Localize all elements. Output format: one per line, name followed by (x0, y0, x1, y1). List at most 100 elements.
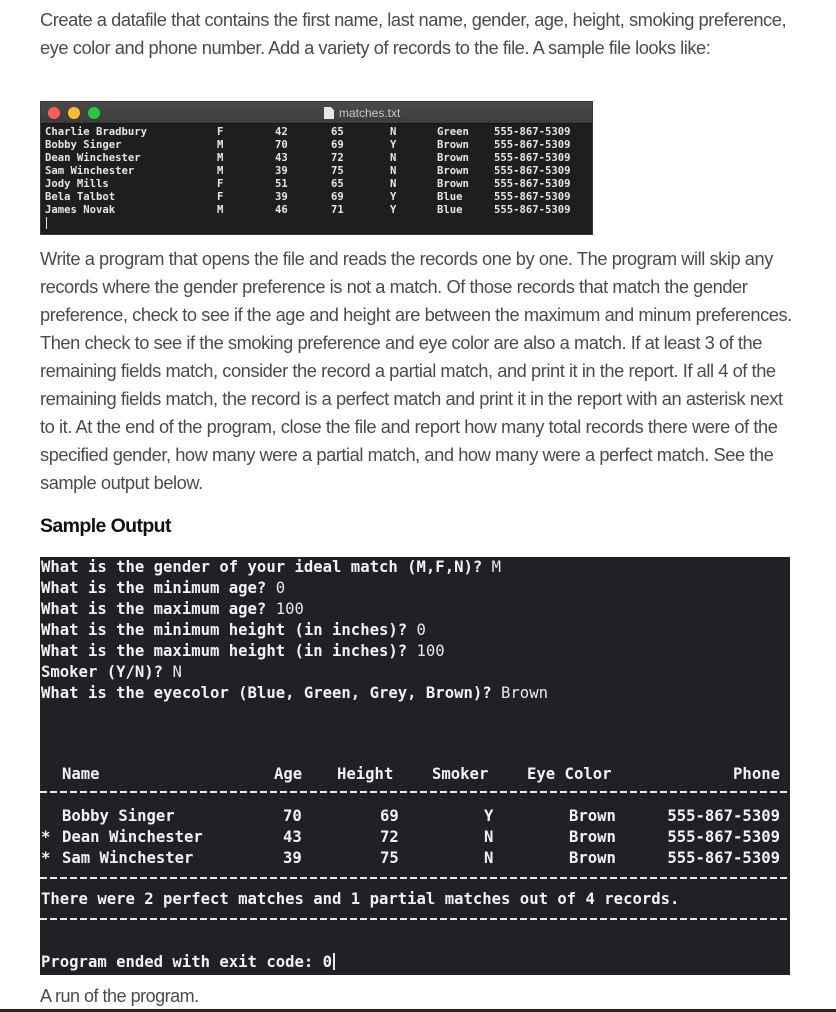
record-phone: 555-867-5309 (494, 126, 571, 138)
minimize-window-button[interactable] (68, 107, 80, 119)
record-eye-color: Blue (437, 191, 463, 203)
record-gender: M (217, 152, 224, 164)
file-record-row: Jody Mills F 51 65 N Brown 555-867-5309 (45, 178, 592, 191)
record-eye-color: Brown (437, 178, 469, 190)
record-height: 69 (331, 191, 344, 203)
window-titlebar: matches.txt (41, 102, 592, 124)
record-gender: M (217, 139, 224, 151)
record-age: 70 (275, 139, 288, 151)
record-age: 39 (275, 165, 288, 177)
row-height: 75 (380, 849, 399, 867)
terminal-output: What is the gender of your ideal match (… (40, 557, 790, 975)
record-phone: 555-867-5309 (494, 178, 571, 190)
close-window-button[interactable] (48, 107, 60, 119)
record-smoker: Y (390, 191, 397, 203)
header-phone: Phone (733, 765, 780, 783)
record-phone: 555-867-5309 (494, 139, 571, 151)
prompt-answer: 100 (275, 600, 304, 618)
prompt-line: What is the minimum age? 0 (41, 578, 285, 599)
description-paragraph: Write a program that opens the file and … (40, 248, 792, 493)
record-age: 42 (275, 126, 288, 138)
record-height: 71 (331, 204, 344, 216)
record-age: 46 (275, 204, 288, 216)
row-eye-color: Brown (569, 849, 616, 867)
prompt-answer: N (172, 663, 182, 681)
record-age: 51 (275, 178, 288, 190)
record-phone: 555-867-5309 (494, 191, 571, 203)
row-height: 72 (380, 828, 399, 846)
row-age: 70 (283, 807, 302, 825)
file-record-row: Bobby Singer M 70 69 Y Brown 555-867-530… (45, 139, 592, 152)
text-cursor (46, 217, 47, 229)
dashed-divider (40, 791, 790, 793)
dashed-divider (40, 877, 790, 879)
match-marker: * (41, 828, 51, 846)
record-name: Jody Mills (45, 178, 109, 190)
prompt-line: What is the maximum height (in inches)? … (41, 641, 445, 662)
file-record-row: Dean Winchester M 43 72 N Brown 555-867-… (45, 152, 592, 165)
record-smoker: N (390, 152, 397, 164)
exit-message: Program ended with exit code: 0 (41, 953, 333, 971)
record-gender: M (217, 204, 224, 216)
prompt-line: What is the eyecolor (Blue, Green, Grey,… (41, 683, 548, 704)
record-phone: 555-867-5309 (494, 165, 571, 177)
file-record-row: Charlie Bradbury F 42 65 N Green 555-867… (45, 126, 592, 139)
file-content[interactable]: Charlie Bradbury F 42 65 N Green 555-867… (41, 124, 592, 217)
row-phone: 555-867-5309 (667, 849, 780, 867)
header-eye-color: Eye Color (527, 765, 612, 783)
header-name: Name (62, 765, 100, 783)
prompt-line: What is the gender of your ideal match (… (41, 557, 501, 578)
match-marker: * (41, 849, 51, 867)
document-icon (324, 107, 334, 119)
row-age: 39 (283, 849, 302, 867)
row-smoker: N (484, 849, 494, 867)
record-smoker: Y (390, 204, 397, 216)
row-smoker: N (484, 828, 494, 846)
record-height: 65 (331, 126, 344, 138)
row-name: Sam Winchester (62, 849, 194, 867)
prompt-line: What is the maximum age? 100 (41, 599, 304, 620)
maximize-window-button[interactable] (88, 107, 100, 119)
sample-output-heading: Sample Output (40, 515, 171, 537)
prompt-question: What is the minimum age? (41, 579, 276, 597)
dashed-divider (40, 918, 790, 920)
row-eye-color: Brown (569, 807, 616, 825)
record-eye-color: Brown (437, 139, 469, 151)
row-smoker: Y (484, 807, 494, 825)
prompt-answer: 100 (416, 642, 445, 660)
intro-paragraph: Create a datafile that contains the firs… (40, 9, 787, 58)
record-name: Charlie Bradbury (45, 126, 148, 138)
record-height: 65 (331, 178, 344, 190)
prompt-question: What is the maximum age? (41, 600, 276, 618)
record-smoker: Y (390, 139, 397, 151)
record-height: 75 (331, 165, 344, 177)
record-smoker: N (390, 165, 397, 177)
prompt-question: What is the minimum height (in inches)? (41, 621, 417, 639)
record-gender: M (217, 165, 224, 177)
record-smoker: N (390, 178, 397, 190)
record-phone: 555-867-5309 (494, 152, 571, 164)
record-name: Dean Winchester (45, 152, 141, 164)
record-name: Bela Talbot (45, 191, 116, 203)
record-eye-color: Blue (437, 204, 463, 216)
record-age: 39 (275, 191, 288, 203)
record-eye-color: Brown (437, 165, 469, 177)
row-name: Bobby Singer (62, 807, 175, 825)
prompt-line: Smoker (Y/N)? N (41, 662, 182, 683)
row-phone: 555-867-5309 (667, 807, 780, 825)
match-marker (41, 807, 50, 825)
row-name: Dean Winchester (62, 828, 203, 846)
header-age: Age (274, 765, 303, 783)
prompt-question: What is the eyecolor (Blue, Green, Grey,… (41, 684, 502, 702)
record-height: 69 (331, 139, 344, 151)
prompt-answer: 0 (275, 579, 286, 597)
prompt-answer: M (491, 558, 502, 576)
record-height: 72 (331, 152, 344, 164)
record-name: Bobby Singer (45, 139, 122, 151)
prompt-answer: Brown (501, 684, 548, 702)
record-phone: 555-867-5309 (494, 204, 571, 216)
prompt-answer: 0 (416, 621, 426, 639)
record-eye-color: Green (437, 126, 469, 138)
record-eye-color: Brown (437, 152, 469, 164)
record-age: 43 (275, 152, 288, 164)
